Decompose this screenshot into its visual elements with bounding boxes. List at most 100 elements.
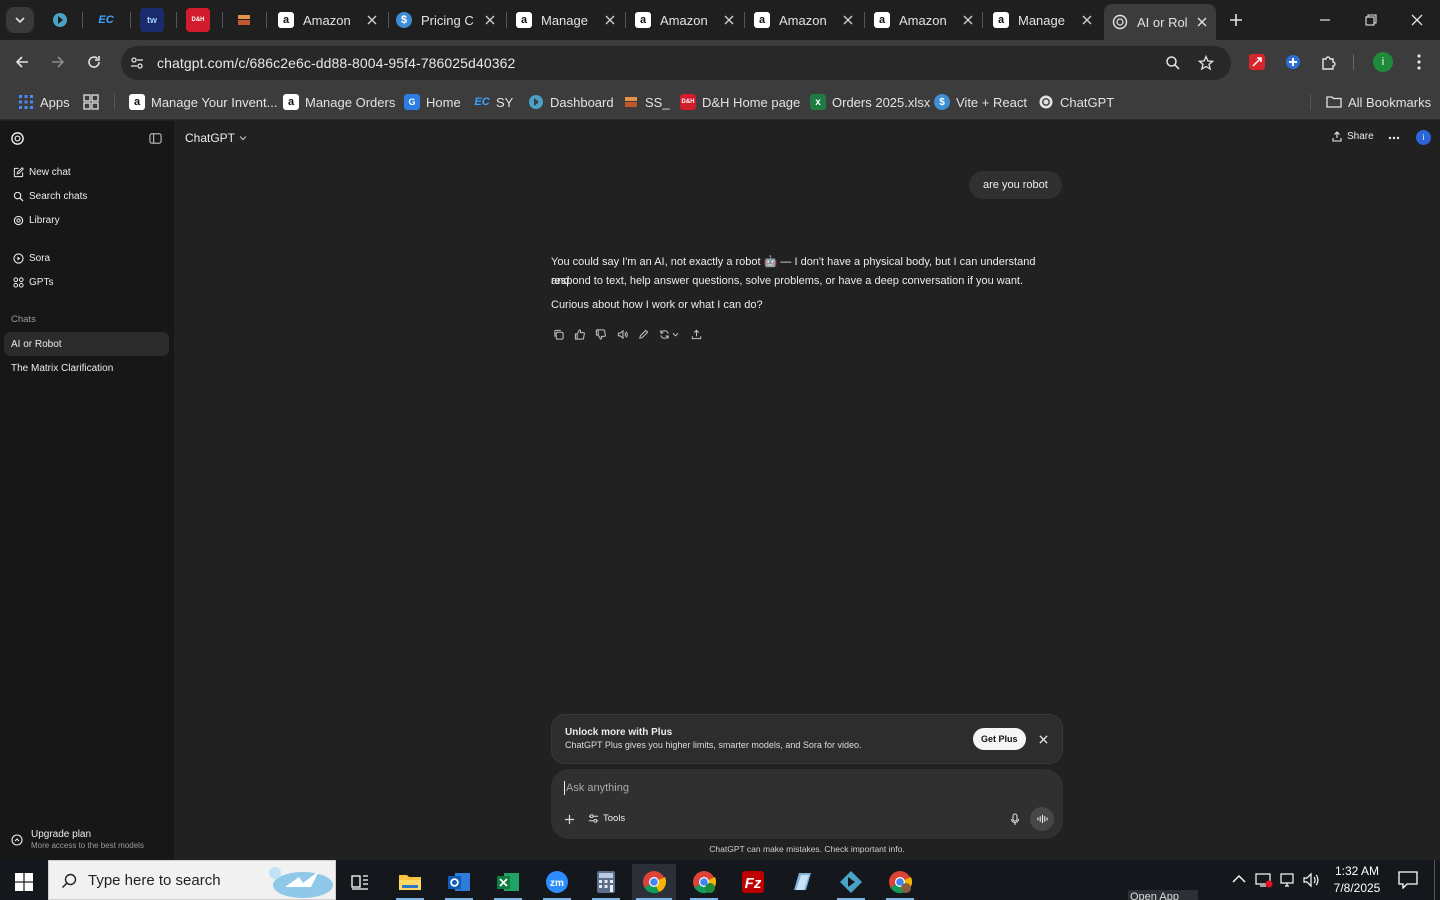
copy-button[interactable]	[551, 327, 565, 341]
close-tab-icon[interactable]	[482, 12, 498, 28]
bookmark-vite-react[interactable]: $ Vite + React	[934, 92, 1027, 112]
read-aloud-button[interactable]	[615, 327, 629, 341]
taskbar-zoom[interactable]: zm	[535, 864, 579, 900]
forward-button[interactable]	[44, 48, 72, 76]
bookmark-chatgpt[interactable]: ChatGPT	[1038, 92, 1114, 112]
thumbs-up-button[interactable]	[572, 327, 586, 341]
close-tab-icon[interactable]	[1079, 12, 1095, 28]
voice-mode-button[interactable]	[1030, 807, 1054, 831]
close-tab-icon[interactable]	[840, 12, 856, 28]
tab-manage[interactable]: a Manage	[516, 6, 624, 34]
site-settings-icon[interactable]	[129, 55, 145, 71]
taskbar-chrome-active[interactable]	[632, 864, 676, 900]
system-clock[interactable]: 1:32 AM 7/8/2025	[1326, 863, 1388, 897]
pinned-tab-1[interactable]	[48, 8, 72, 32]
task-view-button[interactable]	[338, 864, 382, 900]
openai-logo-icon[interactable]	[10, 131, 25, 146]
restore-button[interactable]	[1348, 6, 1394, 34]
regenerate-button[interactable]	[657, 327, 681, 341]
taskbar-filezilla[interactable]: Fz	[731, 864, 775, 900]
back-button[interactable]	[8, 48, 36, 76]
upgrade-plan-button[interactable]: Upgrade plan More access to the best mod…	[0, 825, 174, 855]
tab-amazon[interactable]: a Amazon	[754, 6, 862, 34]
prompt-input[interactable]: Ask anything	[566, 782, 629, 794]
extension-2[interactable]	[1279, 48, 1307, 76]
taskbar-kiwi[interactable]	[829, 864, 873, 900]
thumbs-down-button[interactable]	[593, 327, 607, 341]
sidebar-item-search-chats[interactable]: Search chats	[0, 184, 174, 208]
bookmark-dh-home[interactable]: D&H D&H Home page	[680, 92, 800, 112]
volume-icon[interactable]	[1302, 872, 1320, 888]
taskbar-notes-app[interactable]	[780, 864, 824, 900]
show-hidden-icons-chevron-icon[interactable]	[1232, 874, 1246, 884]
star-icon[interactable]	[1198, 55, 1214, 71]
share-message-button[interactable]	[689, 327, 703, 341]
taskbar-file-explorer[interactable]	[388, 864, 432, 900]
bookmark-sy[interactable]: EC SY	[474, 92, 513, 112]
extensions-button[interactable]	[1315, 48, 1343, 76]
tools-button[interactable]: Tools	[588, 813, 625, 824]
taskbar-chrome-profile[interactable]	[682, 864, 726, 900]
sidebar-item-sora[interactable]: Sora	[0, 246, 174, 270]
close-tab-icon[interactable]	[960, 12, 976, 28]
start-button[interactable]	[2, 864, 46, 900]
sidebar-item-gpts[interactable]: GPTs	[0, 270, 174, 294]
taskbar-search-box[interactable]: Type here to search	[48, 860, 336, 900]
microphone-icon[interactable]	[1010, 813, 1020, 826]
taskbar-excel[interactable]	[486, 864, 530, 900]
pinned-tab-5[interactable]	[232, 8, 256, 32]
bookmark-ss[interactable]: SS_	[623, 92, 670, 112]
bookmark-apps[interactable]: Apps	[18, 92, 70, 112]
sidebar-item-new-chat[interactable]: New chat	[0, 160, 174, 184]
network-icon[interactable]	[1279, 872, 1297, 888]
tab-search-button[interactable]	[6, 7, 34, 33]
get-plus-button[interactable]: Get Plus	[973, 728, 1026, 750]
user-avatar[interactable]: i	[1416, 130, 1431, 145]
sidebar-toggle-icon[interactable]	[149, 132, 162, 145]
bookmark-home[interactable]: G Home	[404, 92, 461, 112]
close-tab-icon[interactable]	[721, 12, 737, 28]
taskbar-chrome-2[interactable]	[878, 864, 922, 900]
tab-groups-button[interactable]	[83, 92, 99, 112]
browser-menu-button[interactable]	[1405, 48, 1433, 76]
tab-amazon[interactable]: a Amazon	[278, 6, 386, 34]
model-switcher[interactable]: ChatGPT	[185, 131, 247, 145]
tab-amazon[interactable]: a Amazon	[874, 6, 982, 34]
taskbar-calculator[interactable]	[584, 864, 628, 900]
zoom-icon[interactable]	[1165, 55, 1181, 71]
tab-pricing[interactable]: $ Pricing C	[396, 6, 504, 34]
url-text[interactable]: chatgpt.com/c/686c2e6c-dd88-8004-95f4-78…	[157, 55, 515, 71]
all-bookmarks-button[interactable]: All Bookmarks	[1326, 92, 1431, 112]
tab-manage[interactable]: a Manage	[993, 6, 1101, 34]
close-tab-icon[interactable]	[1194, 14, 1210, 30]
notifications-icon[interactable]	[1398, 871, 1418, 889]
bookmark-manage-inventory[interactable]: a Manage Your Invent...	[129, 92, 277, 112]
chat-item-active[interactable]: AI or Robot	[4, 332, 169, 356]
address-bar[interactable]: chatgpt.com/c/686c2e6c-dd88-8004-95f4-78…	[121, 46, 1231, 80]
close-tab-icon[interactable]	[602, 12, 618, 28]
close-tab-icon[interactable]	[364, 12, 380, 28]
pinned-tab-2[interactable]: EC	[94, 8, 118, 32]
reload-button[interactable]	[80, 48, 108, 76]
sidebar-item-library[interactable]: Library	[0, 208, 174, 232]
pinned-tab-3[interactable]: tw	[140, 8, 164, 32]
extension-1[interactable]	[1243, 48, 1271, 76]
profile-button[interactable]: i	[1369, 48, 1397, 76]
bookmark-orders-2025[interactable]: x Orders 2025.xlsx	[810, 92, 930, 112]
chat-item[interactable]: The Matrix Clarification	[4, 356, 169, 380]
taskbar-outlook[interactable]	[437, 864, 481, 900]
close-icon[interactable]	[1039, 735, 1048, 744]
minimize-button[interactable]	[1302, 6, 1348, 34]
bookmark-manage-orders[interactable]: a Manage Orders	[283, 92, 395, 112]
tab-chatgpt-active[interactable]: AI or Rol	[1104, 4, 1216, 40]
network-warning-icon[interactable]	[1255, 872, 1273, 888]
bookmark-dashboard[interactable]: Dashboard	[528, 92, 614, 112]
tab-amazon[interactable]: a Amazon	[635, 6, 743, 34]
edit-button[interactable]	[636, 327, 650, 341]
close-window-button[interactable]	[1394, 6, 1440, 34]
pinned-tab-4[interactable]: D&H	[186, 8, 210, 32]
show-desktop-button[interactable]	[1434, 860, 1440, 900]
plus-icon[interactable]	[564, 814, 575, 825]
new-tab-button[interactable]	[1222, 6, 1250, 34]
share-button[interactable]: Share	[1332, 131, 1374, 142]
